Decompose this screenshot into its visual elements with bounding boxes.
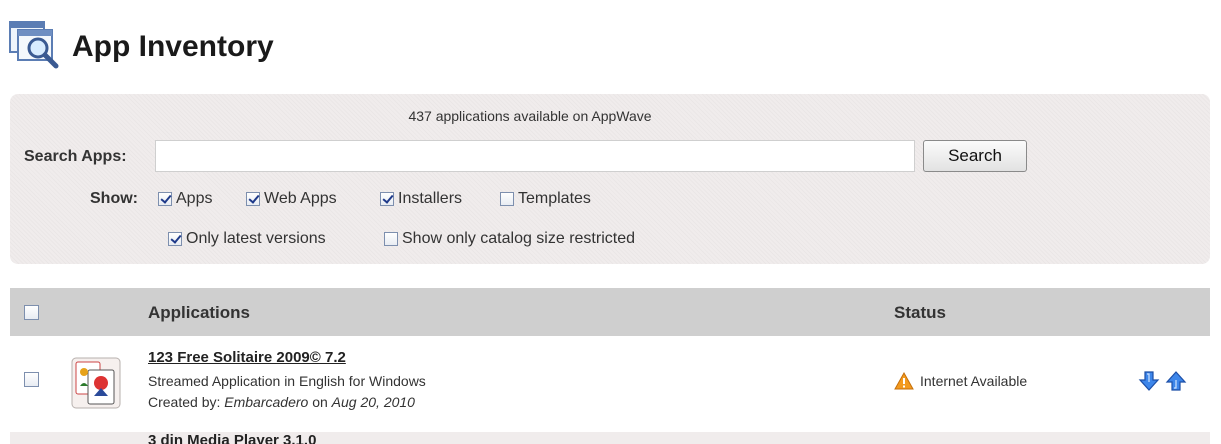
- show-label: Show:: [90, 190, 138, 207]
- table-row-partial: 3 din Media Player 3.1.0: [10, 432, 1210, 444]
- option-only-latest[interactable]: Only latest versions: [168, 230, 326, 248]
- status-text: Internet Available: [920, 373, 1028, 389]
- option-catalog-size[interactable]: Show only catalog size restricted: [384, 230, 635, 248]
- search-input[interactable]: [155, 140, 915, 172]
- app-description: Streamed Application in English for Wind…: [148, 373, 426, 389]
- option-apps[interactable]: Apps: [158, 190, 212, 208]
- page-title: App Inventory: [72, 30, 274, 63]
- apps-checkbox[interactable]: [158, 192, 172, 206]
- upload-arrow-icon[interactable]: [1165, 370, 1187, 392]
- created-date: Aug 20, 2010: [331, 394, 415, 410]
- web-apps-checkbox[interactable]: [246, 192, 260, 206]
- installers-checkbox[interactable]: [380, 192, 394, 206]
- table-header: Applications Status: [10, 288, 1210, 336]
- option-apps-label: Apps: [176, 190, 213, 207]
- apps-count-text: 437 applications available on AppWave: [408, 108, 652, 124]
- solitaire-app-icon: [71, 357, 121, 409]
- app-name-link[interactable]: 123 Free Solitaire 2009© 7.2: [148, 349, 346, 366]
- search-button[interactable]: Search: [923, 140, 1027, 172]
- option-installers[interactable]: Installers: [380, 190, 462, 208]
- option-installers-label: Installers: [398, 190, 463, 207]
- status-cell: Internet Available: [894, 372, 1027, 390]
- created-by-label: Created by:: [148, 394, 225, 410]
- creator-name: Embarcadero: [224, 394, 309, 410]
- row-checkbox[interactable]: [24, 372, 39, 387]
- catalog-size-checkbox[interactable]: [384, 232, 398, 246]
- app-created-by: Created by: Embarcadero on Aug 20, 2010: [148, 394, 415, 410]
- option-templates[interactable]: Templates: [500, 190, 591, 208]
- created-on-label: on: [308, 394, 332, 410]
- column-applications: Applications: [148, 303, 251, 322]
- download-arrow-icon[interactable]: [1138, 370, 1160, 392]
- option-catalog-size-label: Show only catalog size restricted: [402, 230, 635, 247]
- search-panel: 437 applications available on AppWave Se…: [10, 94, 1210, 264]
- option-only-latest-label: Only latest versions: [186, 230, 326, 247]
- table-row: 123 Free Solitaire 2009© 7.2 Streamed Ap…: [10, 344, 1210, 432]
- option-web-apps-label: Web Apps: [264, 190, 337, 207]
- templates-checkbox[interactable]: [500, 192, 514, 206]
- select-all-checkbox[interactable]: [24, 305, 39, 320]
- warning-triangle-icon: [894, 372, 914, 390]
- search-apps-label: Search Apps:: [24, 148, 127, 165]
- option-web-apps[interactable]: Web Apps: [246, 190, 337, 208]
- partial-app-name[interactable]: 3 din Media Player 3.1.0: [148, 432, 316, 444]
- option-templates-label: Templates: [518, 190, 591, 207]
- app-inventory-icon: [9, 21, 59, 69]
- only-latest-checkbox[interactable]: [168, 232, 182, 246]
- column-status: Status: [894, 303, 946, 322]
